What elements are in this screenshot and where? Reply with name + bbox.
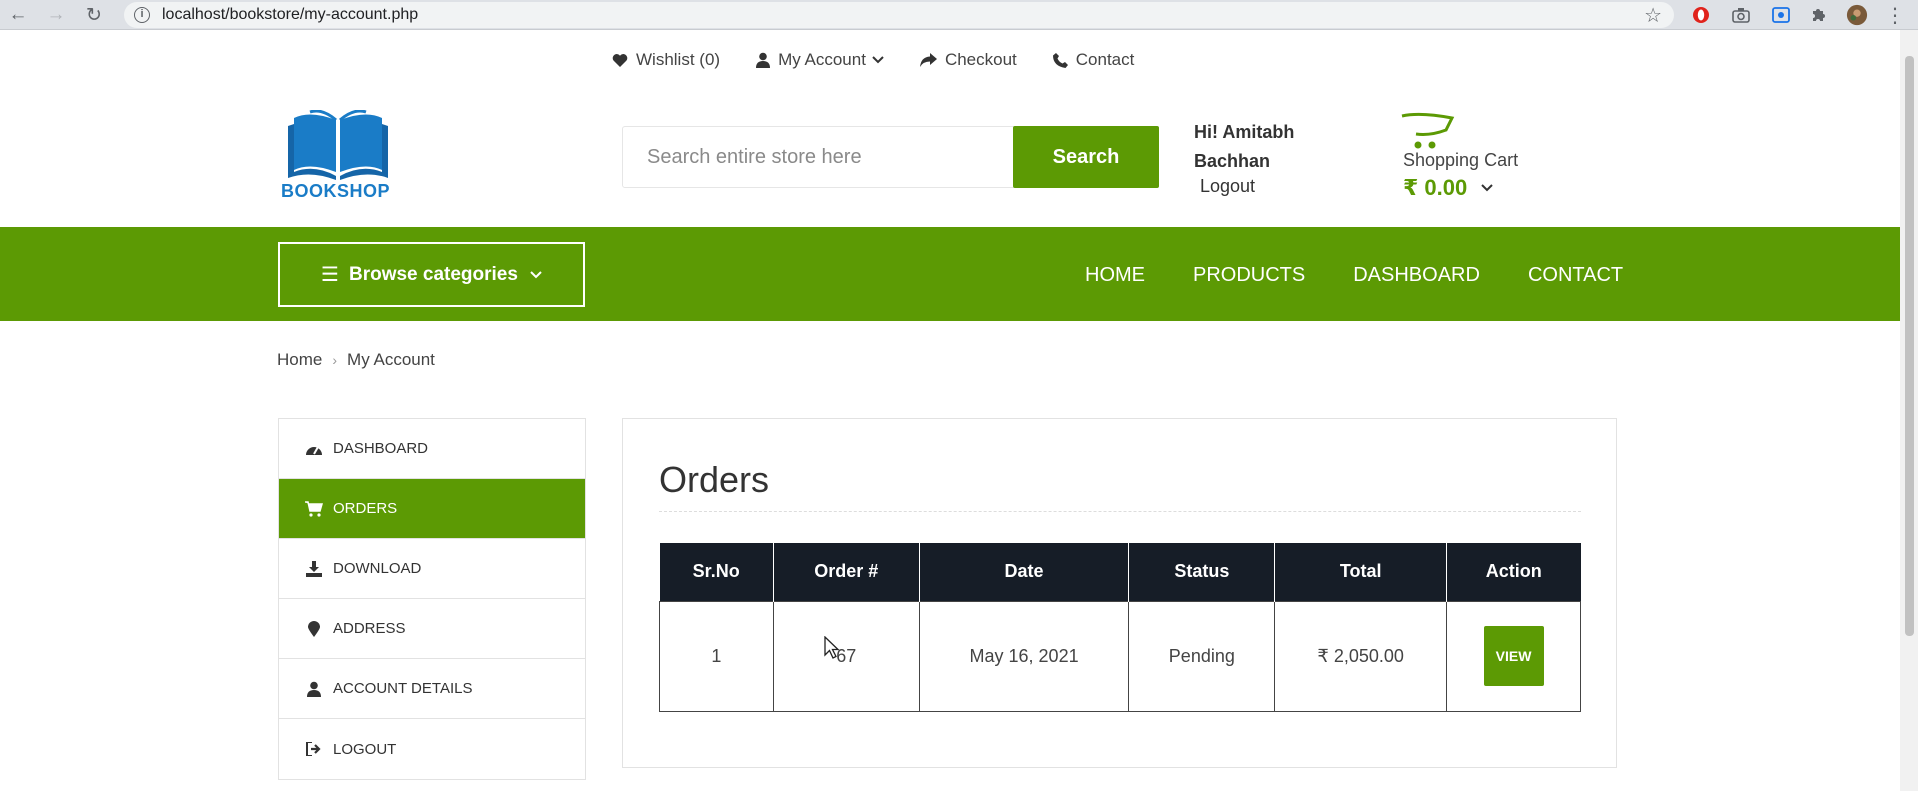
heart-icon xyxy=(612,53,628,67)
sidebar-item-label: ACCOUNT DETAILS xyxy=(333,680,473,697)
opera-extension-icon[interactable] xyxy=(1690,4,1712,26)
view-order-button[interactable]: VIEW xyxy=(1483,626,1544,686)
table-header-row: Sr.No Order # Date Status Total Action xyxy=(659,543,1581,601)
contact-label: Contact xyxy=(1075,50,1135,69)
back-icon[interactable]: ← xyxy=(6,3,30,27)
top-links: Wishlist (0) My Account Checkout Contact xyxy=(612,50,1170,70)
greeting-text: Hi! Amitabh Bachhan xyxy=(1194,122,1295,171)
url-text: localhost/bookstore/my-account.php xyxy=(162,6,419,23)
extensions-puzzle-icon[interactable] xyxy=(1808,4,1830,26)
mouse-cursor-icon xyxy=(824,635,840,665)
column-header-date: Date xyxy=(919,543,1130,601)
browse-categories-label: Browse categories xyxy=(348,263,518,285)
browse-categories-button[interactable]: ☰ Browse categories xyxy=(278,242,585,307)
logo-text: BOOKSHOP xyxy=(281,181,391,201)
sign-out-icon xyxy=(303,742,325,756)
profile-avatar[interactable] xyxy=(1846,4,1868,26)
account-sidebar: DASHBOARD ORDERS DOWNLOAD ADDRESS ACCOUN… xyxy=(278,418,586,780)
breadcrumb-current: My Account xyxy=(347,350,435,369)
sidebar-item-label: LOGOUT xyxy=(333,740,397,758)
sidebar-item-download[interactable]: DOWNLOAD xyxy=(279,539,585,599)
column-header-order: Order # xyxy=(773,543,920,601)
browser-menu-icon[interactable]: ⋮ xyxy=(1884,4,1906,27)
cart-total-value: ₹ 0.00 xyxy=(1403,175,1468,200)
cell-order-number: 67 xyxy=(772,600,920,712)
forward-icon[interactable]: → xyxy=(44,3,68,27)
cell-total: ₹ 2,050.00 xyxy=(1274,600,1448,712)
cart-label[interactable]: Shopping Cart xyxy=(1403,150,1518,171)
hamburger-icon: ☰ xyxy=(321,264,339,286)
nav-products[interactable]: PRODUCTS xyxy=(1193,264,1305,287)
nav-home[interactable]: HOME xyxy=(1085,264,1145,287)
reload-icon[interactable]: ↻ xyxy=(82,3,106,27)
phone-icon xyxy=(1052,52,1068,68)
cell-srno: 1 xyxy=(659,600,774,712)
cell-date: May 16, 2021 xyxy=(918,600,1130,712)
bookmark-star-icon[interactable]: ☆ xyxy=(1644,3,1662,28)
cell-action: VIEW xyxy=(1446,600,1581,712)
sidebar-item-orders[interactable]: ORDERS xyxy=(279,479,585,539)
my-account-dropdown[interactable]: My Account xyxy=(756,50,884,70)
cart-total-dropdown[interactable]: ₹ 0.00 xyxy=(1403,175,1493,201)
share-arrow-icon xyxy=(919,53,937,67)
cart-icon xyxy=(303,500,325,517)
user-icon xyxy=(756,52,771,68)
title-divider xyxy=(659,511,1581,512)
chevron-down-icon xyxy=(1481,184,1493,192)
screen-record-extension-icon[interactable] xyxy=(1770,4,1792,26)
cell-status: Pending xyxy=(1128,600,1276,712)
chevron-down-icon xyxy=(872,56,884,64)
column-header-srno: Sr.No xyxy=(659,543,774,601)
camera-extension-icon[interactable] xyxy=(1730,4,1752,26)
download-icon xyxy=(303,560,325,577)
search-input[interactable] xyxy=(623,127,1012,187)
user-icon xyxy=(303,681,325,697)
sidebar-item-dashboard[interactable]: DASHBOARD xyxy=(279,419,585,479)
nav-dashboard[interactable]: DASHBOARD xyxy=(1353,264,1480,287)
dashboard-icon xyxy=(303,442,325,456)
checkout-label: Checkout xyxy=(944,50,1017,69)
my-account-label: My Account xyxy=(778,50,866,69)
info-icon[interactable]: i xyxy=(134,7,150,23)
orders-panel: Orders Sr.No Order # Date Status Total A… xyxy=(622,418,1617,768)
search-box: Search xyxy=(622,126,1159,188)
sidebar-item-address[interactable]: ADDRESS xyxy=(279,599,585,659)
column-header-action: Action xyxy=(1446,543,1581,601)
address-bar[interactable]: i localhost/bookstore/my-account.php ☆ xyxy=(124,2,1674,28)
header-logout-link[interactable]: Logout xyxy=(1200,176,1255,197)
nav-contact[interactable]: CONTACT xyxy=(1528,264,1623,287)
sidebar-item-account-details[interactable]: ACCOUNT DETAILS xyxy=(279,659,585,719)
sidebar-item-logout[interactable]: LOGOUT xyxy=(279,719,585,779)
orders-table: Sr.No Order # Date Status Total Action 1… xyxy=(659,543,1581,712)
map-marker-icon xyxy=(303,620,325,637)
wishlist-link[interactable]: Wishlist (0) xyxy=(612,50,720,70)
contact-link[interactable]: Contact xyxy=(1052,50,1135,70)
sidebar-item-label: ADDRESS xyxy=(333,620,406,637)
browser-toolbar: ← → ↻ i localhost/bookstore/my-account.p… xyxy=(0,0,1918,30)
wishlist-label: Wishlist (0) xyxy=(636,50,721,69)
checkout-link[interactable]: Checkout xyxy=(919,50,1017,70)
scrollbar-thumb[interactable] xyxy=(1905,56,1914,636)
column-header-total: Total xyxy=(1274,543,1448,601)
user-greeting: Hi! Amitabh Bachhan xyxy=(1194,118,1314,176)
chevron-down-icon xyxy=(530,270,542,278)
breadcrumb-separator-icon: › xyxy=(332,352,338,368)
sidebar-item-label: DASHBOARD xyxy=(333,440,429,457)
main-nav-links: HOME PRODUCTS DASHBOARD CONTACT xyxy=(1085,264,1671,287)
orders-title: Orders xyxy=(659,459,770,500)
sidebar-item-label: DOWNLOAD xyxy=(333,560,422,577)
table-row: 1 67 May 16, 2021 Pending ₹ 2,050.00 VIE… xyxy=(659,600,1581,712)
sidebar-item-label: ORDERS xyxy=(333,500,398,517)
search-button[interactable]: Search xyxy=(1013,126,1159,188)
breadcrumb-home[interactable]: Home xyxy=(277,350,322,370)
column-header-status: Status xyxy=(1128,543,1276,601)
breadcrumb: Home › My Account xyxy=(277,350,435,370)
